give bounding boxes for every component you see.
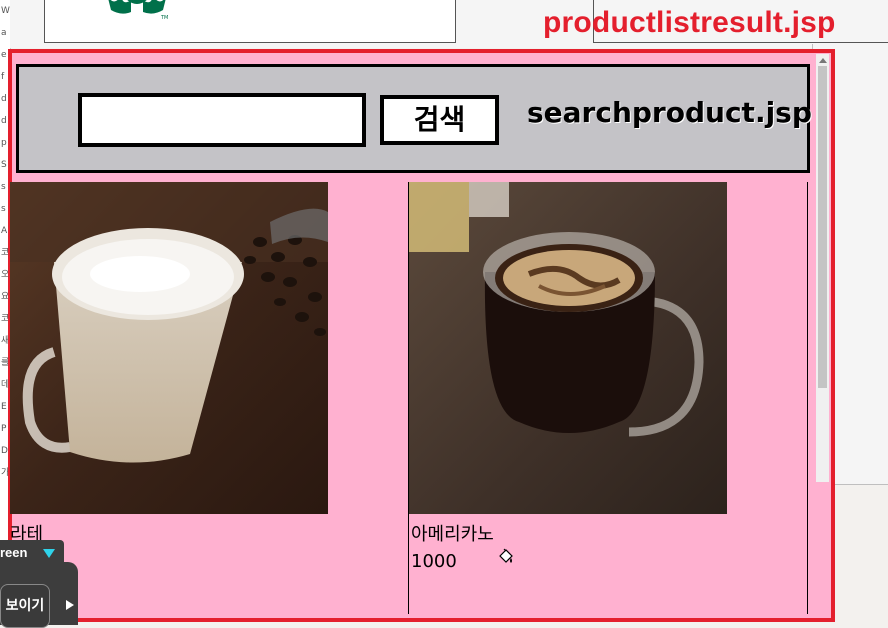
screen-tool-panel: 보이기 [0, 562, 78, 628]
product-image-latte[interactable] [10, 182, 328, 514]
scroll-thumb[interactable] [818, 66, 827, 388]
search-input[interactable] [78, 93, 366, 147]
svg-text:TM: TM [160, 15, 168, 21]
product-name: 아메리카노 [411, 524, 494, 545]
play-arrow-icon[interactable] [66, 600, 74, 610]
search-button[interactable]: 검색 [380, 95, 499, 145]
paint-bucket-cursor-icon [497, 548, 515, 571]
strip-char: a [1, 28, 7, 38]
search-panel-label: searchproduct.jsp [527, 96, 812, 129]
logo-frame: TM [44, 0, 456, 43]
dropdown-triangle-icon[interactable] [43, 549, 55, 558]
annotation-title: productlistresult.jsp [543, 6, 836, 39]
product-price: 1000 [411, 551, 457, 572]
strip-char: W [1, 6, 10, 16]
product-image-americano[interactable] [409, 182, 727, 514]
screen-tool-label: reen [0, 545, 28, 560]
starbucks-logo-icon: TM [95, 0, 179, 26]
column-divider [807, 182, 808, 614]
frame-scrollbar[interactable] [816, 54, 829, 482]
show-button[interactable]: 보이기 [0, 584, 50, 628]
scroll-up-icon[interactable] [819, 58, 827, 63]
